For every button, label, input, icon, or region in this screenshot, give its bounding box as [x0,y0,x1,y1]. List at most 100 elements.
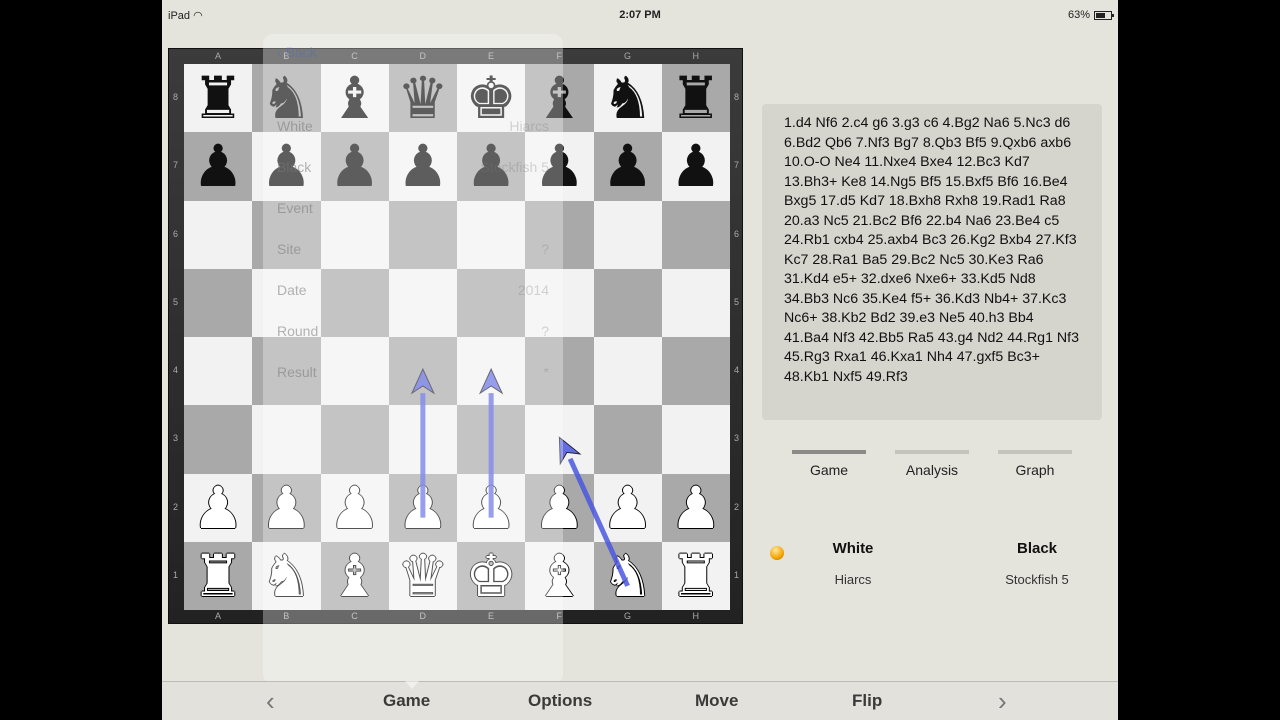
ipad-screen: iPad ◠ 2:07 PM 63% AABBCCDDEEFFGGHH88776… [162,0,1118,720]
popup-back-label: Back [285,44,317,60]
tab-label: Graph [1015,462,1055,478]
rank-label: 2 [173,501,179,512]
battery-icon [1094,10,1114,20]
black-pawn-icon[interactable]: ♟ [602,137,654,195]
panel-tabs: Game Analysis Graph [792,450,1072,480]
square-g1[interactable]: ♞ [593,541,662,610]
square-a8[interactable]: ♜ [184,64,253,133]
tab-graph[interactable]: Graph [998,450,1072,478]
black-pawn-icon[interactable]: ♟ [670,137,722,195]
info-value[interactable]: * [544,364,549,380]
black-knight-icon[interactable]: ♞ [602,69,654,127]
info-value[interactable]: Stockfish 5 [481,159,549,175]
rank-label: 5 [173,296,179,307]
info-label: Event [277,200,313,216]
info-row-event[interactable]: Event [277,200,549,220]
white-player-label: White [832,540,874,557]
white-pawn-icon[interactable]: ♟ [670,479,722,537]
info-value[interactable]: ? [541,323,549,339]
file-label: H [692,51,700,61]
square-g6[interactable] [593,200,662,269]
rank-label: 8 [173,92,179,102]
square-a5[interactable] [184,268,253,337]
tab-analysis[interactable]: Analysis [895,450,969,478]
square-a2[interactable]: ♟ [184,473,253,542]
popup-back-button[interactable]: ‹ Back [277,44,317,60]
white-rook-icon[interactable]: ♜ [670,547,722,605]
file-label: H [692,611,700,621]
white-pawn-icon[interactable]: ♟ [602,479,654,537]
players-panel: White Hiarcs Black Stockfish 5 [762,540,1102,600]
clock: 2:07 PM [619,9,661,21]
status-bar: iPad ◠ 2:07 PM 63% [162,0,1118,30]
black-engine-name[interactable]: Stockfish 5 [977,572,1097,587]
info-value[interactable]: ? [541,241,549,257]
info-row-result[interactable]: Result * [277,364,549,384]
file-label: A [214,611,221,621]
tab-label: Game [809,462,849,478]
rank-label: 3 [733,433,739,444]
game-button[interactable]: Game [383,691,430,711]
info-label: Black [277,159,312,175]
bottom-toolbar: ‹ Game Options Move Flip › [162,681,1118,720]
square-a4[interactable] [184,337,253,406]
square-h8[interactable]: ♜ [661,64,730,133]
square-h6[interactable] [661,200,730,269]
square-a7[interactable]: ♟ [184,132,253,201]
square-h1[interactable]: ♜ [661,541,730,610]
tab-indicator [792,450,866,454]
square-a6[interactable] [184,200,253,269]
square-g8[interactable]: ♞ [593,64,662,133]
square-g4[interactable] [593,337,662,406]
info-row-round[interactable]: Round? [277,323,549,343]
square-g7[interactable]: ♟ [593,132,662,201]
file-label: G [623,611,631,621]
file-label: G [623,51,631,61]
info-label: Date [277,282,307,298]
white-knight-icon[interactable]: ♞ [602,547,654,605]
black-pawn-icon[interactable]: ♟ [192,137,244,195]
rank-label: 3 [173,433,179,444]
info-row-date[interactable]: Date 2014 [277,282,549,302]
square-g2[interactable]: ♟ [593,473,662,542]
black-rook-icon[interactable]: ♜ [192,69,244,127]
rank-label: 7 [733,160,739,171]
rank-label: 4 [173,365,179,375]
info-row-site[interactable]: Site? [277,241,549,261]
rank-label: 6 [173,228,179,239]
info-row-white[interactable]: White Hiarcs [277,118,549,138]
options-button[interactable]: Options [528,691,592,711]
info-label: White [277,118,313,134]
square-g3[interactable] [593,405,662,474]
rank-label: 4 [733,365,739,375]
tab-game[interactable]: Game [792,450,866,478]
square-h3[interactable] [661,405,730,474]
square-h4[interactable] [661,337,730,406]
flip-button[interactable]: Flip [852,691,882,711]
white-engine-name[interactable]: Hiarcs [793,572,913,587]
square-h7[interactable]: ♟ [661,132,730,201]
square-h2[interactable]: ♟ [661,473,730,542]
chevron-right-icon[interactable]: › [998,686,1007,717]
square-g5[interactable] [593,268,662,337]
info-row-black[interactable]: Black Stockfish 5 [277,159,549,179]
white-pawn-icon[interactable]: ♟ [192,479,244,537]
square-a3[interactable] [184,405,253,474]
rank-label: 7 [173,160,179,171]
info-value[interactable]: 2014 [518,282,549,298]
tab-indicator [998,450,1072,454]
black-rook-icon[interactable]: ♜ [670,69,722,127]
move-list[interactable]: 1.d4 Nf6 2.c4 g6 3.g3 c6 4.Bg2 Na6 5.Nc3… [762,104,1102,420]
rank-label: 5 [733,296,739,307]
tab-indicator [895,450,969,454]
chevron-left-icon[interactable]: ‹ [266,686,275,717]
info-label: Result [277,364,317,380]
battery-indicator: 63% [1068,9,1114,21]
info-value[interactable]: Hiarcs [509,118,549,134]
white-rook-icon[interactable]: ♜ [192,547,244,605]
side-to-move-indicator-icon [770,546,784,560]
tab-label: Analysis [905,462,959,478]
square-a1[interactable]: ♜ [184,541,253,610]
move-button[interactable]: Move [695,691,738,711]
square-h5[interactable] [661,268,730,337]
